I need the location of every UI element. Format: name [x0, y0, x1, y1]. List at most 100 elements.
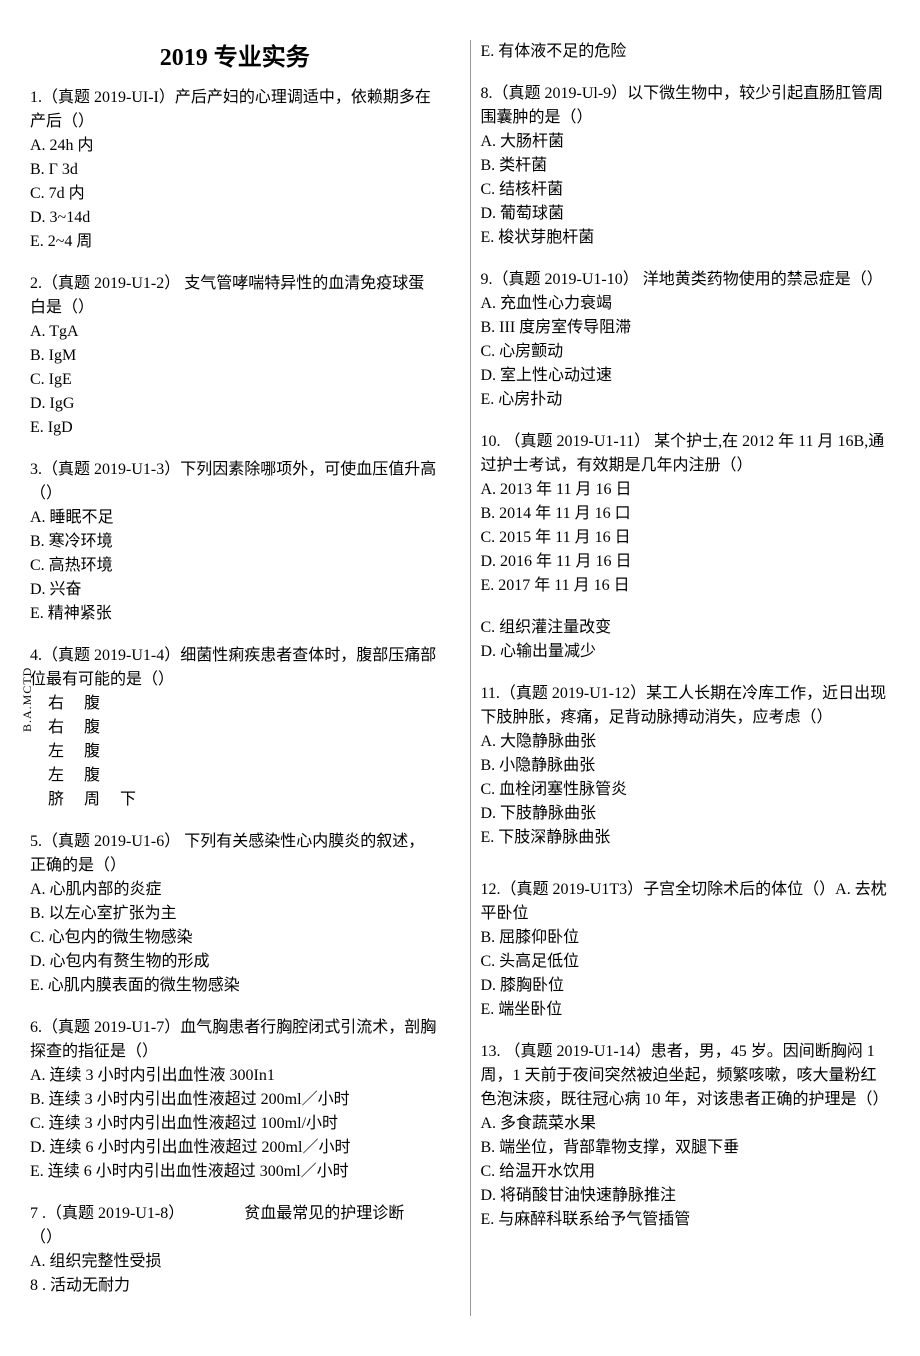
- q12-option-d: D. 膝胸卧位: [481, 974, 891, 998]
- q10-option-e: E. 2017 年 11 月 16 日: [481, 574, 891, 598]
- q8-option-a: A. 大肠杆菌: [481, 130, 891, 154]
- q1-option-e: E. 2~4 周: [30, 230, 440, 254]
- q13-option-c: C. 给温开水饮用: [481, 1160, 891, 1184]
- q1-option-a: A. 24h 内: [30, 134, 440, 158]
- q10-stem: 10. （真题 2019-U1-11） 某个护士,在 2012 年 11 月 1…: [481, 430, 891, 478]
- q6-option-e: E. 连续 6 小时内引出血性液超过 300ml／小时: [30, 1160, 440, 1184]
- q4-row3-left: 左: [48, 740, 64, 764]
- q4-row3-right: 腹: [84, 740, 100, 764]
- q11-option-a: A. 大隐静脉曲张: [481, 730, 891, 754]
- q8-stem: 8.（真题 2019-Ul-9）以下微生物中，较少引起直肠肛管周围囊肿的是（）: [481, 82, 891, 130]
- q4-row4-right: 腹: [84, 764, 100, 788]
- q3-option-d: D. 兴奋: [30, 578, 440, 602]
- q11-option-b: B. 小隐静脉曲张: [481, 754, 891, 778]
- q1-option-b: B. Γ 3d: [30, 158, 440, 182]
- q8-option-c: C. 结核杆菌: [481, 178, 891, 202]
- q3-option-a: A. 睡眠不足: [30, 506, 440, 530]
- q5-option-c: C. 心包内的微生物感染: [30, 926, 440, 950]
- q6-option-b: B. 连续 3 小时内引出血性液超过 200ml／小时: [30, 1088, 440, 1112]
- q7-stem-part2: 贫血最常见的护理诊断: [244, 1205, 404, 1222]
- question-7: 7 .（真题 2019-U1-8） 贫血最常见的护理诊断 （） A. 组织完整性受…: [30, 1202, 440, 1298]
- q3-option-b: B. 寒冷环境: [30, 530, 440, 554]
- q4-row4-left: 左: [48, 764, 64, 788]
- q12-option-b: B. 屈膝仰卧位: [481, 926, 891, 950]
- q3-stem: 3.（真题 2019-U1-3）下列因素除哪项外，可使血压值升高（）: [30, 458, 440, 506]
- q5-option-d: D. 心包内有赘生物的形成: [30, 950, 440, 974]
- q6-option-c: C. 连续 3 小时内引出血性液超过 100ml/小时: [30, 1112, 440, 1136]
- q4-rotated-labels: B.A.MCTD: [18, 667, 36, 732]
- q4-last-line: 脐 周 下: [30, 788, 440, 812]
- question-6: 6.（真题 2019-U1-7）血气胸患者行胸腔闭式引流术，剖胸探查的指征是（）…: [30, 1016, 440, 1184]
- q4-row1-left: 右: [48, 692, 64, 716]
- q6-stem: 6.（真题 2019-U1-7）血气胸患者行胸腔闭式引流术，剖胸探查的指征是（）: [30, 1016, 440, 1064]
- q7-stem-part1: 7 .（真题 2019-U1-8）: [30, 1205, 184, 1222]
- q11-option-d: D. 下肢静脉曲张: [481, 802, 891, 826]
- q5-option-e: E. 心肌内膜表面的微生物感染: [30, 974, 440, 998]
- q5-stem: 5.（真题 2019-U1-6） 下列有关感染性心内膜炎的叙述，正确的是（）: [30, 830, 440, 878]
- question-11: 11.（真题 2019-U1-12）某工人长期在冷库工作，近日出现下肢肿胀，疼痛…: [481, 682, 891, 850]
- q2-option-b: B. IgM: [30, 344, 440, 368]
- q9-option-c: C. 心房颤动: [481, 340, 891, 364]
- q10-option-a: A. 2013 年 11 月 16 日: [481, 478, 891, 502]
- q7-option-a: A. 组织完整性受损: [30, 1250, 440, 1274]
- q11-option-e: E. 下肢深静脉曲张: [481, 826, 891, 850]
- document-title: 2019 专业实务: [30, 40, 440, 76]
- q13-option-a: A. 多食蔬菜水果: [481, 1112, 891, 1136]
- question-1: 1.（真题 2019-UI-I）产后产妇的心理调适中，依赖期多在产后（） A. …: [30, 86, 440, 254]
- q10-option-c: C. 2015 年 11 月 16 日: [481, 526, 891, 550]
- q9-option-a: A. 充血性心力衰竭: [481, 292, 891, 316]
- q2-stem: 2.（真题 2019-U1-2） 支气管哮喘特异性的血清免疫球蛋白是（）: [30, 272, 440, 320]
- q2-option-e: E. IgD: [30, 416, 440, 440]
- question-4: 4.（真题 2019-U1-4）细菌性痢疾患者查体时，腹部压痛部位最有可能的是（…: [30, 644, 440, 812]
- question-10: 10. （真题 2019-U1-11） 某个护士,在 2012 年 11 月 1…: [481, 430, 891, 598]
- q6-option-a: A. 连续 3 小时内引出血性液 300In1: [30, 1064, 440, 1088]
- q3-option-e: E. 精神紧张: [30, 602, 440, 626]
- q6-option-d: D. 连续 6 小时内引出血性液超过 200ml／小时: [30, 1136, 440, 1160]
- q5-option-b: B. 以左心室扩张为主: [30, 902, 440, 926]
- q4-stem: 4.（真题 2019-U1-4）细菌性痢疾患者查体时，腹部压痛部位最有可能的是（…: [30, 644, 440, 692]
- q8-option-b: B. 类杆菌: [481, 154, 891, 178]
- q4-row1-right: 腹: [84, 692, 100, 716]
- q9-option-b: B. III 度房室传导阻滞: [481, 316, 891, 340]
- q2-option-d: D. IgG: [30, 392, 440, 416]
- q7-option-c: C. 组织灌注量改变: [481, 616, 891, 640]
- q4-row2-right: 腹: [84, 716, 100, 740]
- q10-option-d: D. 2016 年 11 月 16 日: [481, 550, 891, 574]
- q12-stem: 12.（真题 2019-U1T3）子宫全切除术后的体位（）A. 去枕平卧位: [481, 878, 891, 926]
- q9-stem: 9.（真题 2019-U1-10） 洋地黄类药物使用的禁忌症是（）: [481, 268, 891, 292]
- question-5: 5.（真题 2019-U1-6） 下列有关感染性心内膜炎的叙述，正确的是（） A…: [30, 830, 440, 998]
- question-7-e-continued: E. 有体液不足的危险: [481, 40, 891, 64]
- q1-option-c: C. 7d 内: [30, 182, 440, 206]
- question-13: 13. （真题 2019-U1-14）患者，男，45 岁。因间断胸闷 1 周，1…: [481, 1040, 891, 1232]
- question-8: 8.（真题 2019-Ul-9）以下微生物中，较少引起直肠肛管周围囊肿的是（） …: [481, 82, 891, 250]
- q5-option-a: A. 心肌内部的炎症: [30, 878, 440, 902]
- question-12: 12.（真题 2019-U1T3）子宫全切除术后的体位（）A. 去枕平卧位 B.…: [481, 878, 891, 1022]
- q7-option-e: E. 有体液不足的危险: [481, 40, 891, 64]
- q7-option-d: D. 心输出量减少: [481, 640, 891, 664]
- q1-option-d: D. 3~14d: [30, 206, 440, 230]
- question-7-cd-continued: C. 组织灌注量改变 D. 心输出量减少: [481, 616, 891, 664]
- q13-option-e: E. 与麻醉科联系给予气管插管: [481, 1208, 891, 1232]
- q11-option-c: C. 血栓闭塞性脉管炎: [481, 778, 891, 802]
- q9-option-e: E. 心房扑动: [481, 388, 891, 412]
- q13-option-d: D. 将硝酸甘油快速静脉推注: [481, 1184, 891, 1208]
- q10-option-b: B. 2014 年 11 月 16 口: [481, 502, 891, 526]
- q13-stem: 13. （真题 2019-U1-14）患者，男，45 岁。因间断胸闷 1 周，1…: [481, 1040, 891, 1112]
- q2-option-a: A. TgA: [30, 320, 440, 344]
- question-9: 9.（真题 2019-U1-10） 洋地黄类药物使用的禁忌症是（） A. 充血性…: [481, 268, 891, 412]
- q12-option-c: C. 头高足低位: [481, 950, 891, 974]
- q8-option-d: D. 葡萄球菌: [481, 202, 891, 226]
- q7-option-b: 8 . 活动无耐力: [30, 1274, 440, 1298]
- q9-option-d: D. 室上性心动过速: [481, 364, 891, 388]
- question-3: 3.（真题 2019-U1-3）下列因素除哪项外，可使血压值升高（） A. 睡眠…: [30, 458, 440, 626]
- question-2: 2.（真题 2019-U1-2） 支气管哮喘特异性的血清免疫球蛋白是（） A. …: [30, 272, 440, 440]
- q12-option-e: E. 端坐卧位: [481, 998, 891, 1022]
- q3-option-c: C. 高热环境: [30, 554, 440, 578]
- q2-option-c: C. IgE: [30, 368, 440, 392]
- q13-option-b: B. 端坐位，背部靠物支撑，双腿下垂: [481, 1136, 891, 1160]
- q1-stem: 1.（真题 2019-UI-I）产后产妇的心理调适中，依赖期多在产后（）: [30, 86, 440, 134]
- q7-stem-part3: （）: [30, 1226, 440, 1250]
- q8-option-e: E. 梭状芽胞杆菌: [481, 226, 891, 250]
- q4-row2-left: 右: [48, 716, 64, 740]
- q11-stem: 11.（真题 2019-U1-12）某工人长期在冷库工作，近日出现下肢肿胀，疼痛…: [481, 682, 891, 730]
